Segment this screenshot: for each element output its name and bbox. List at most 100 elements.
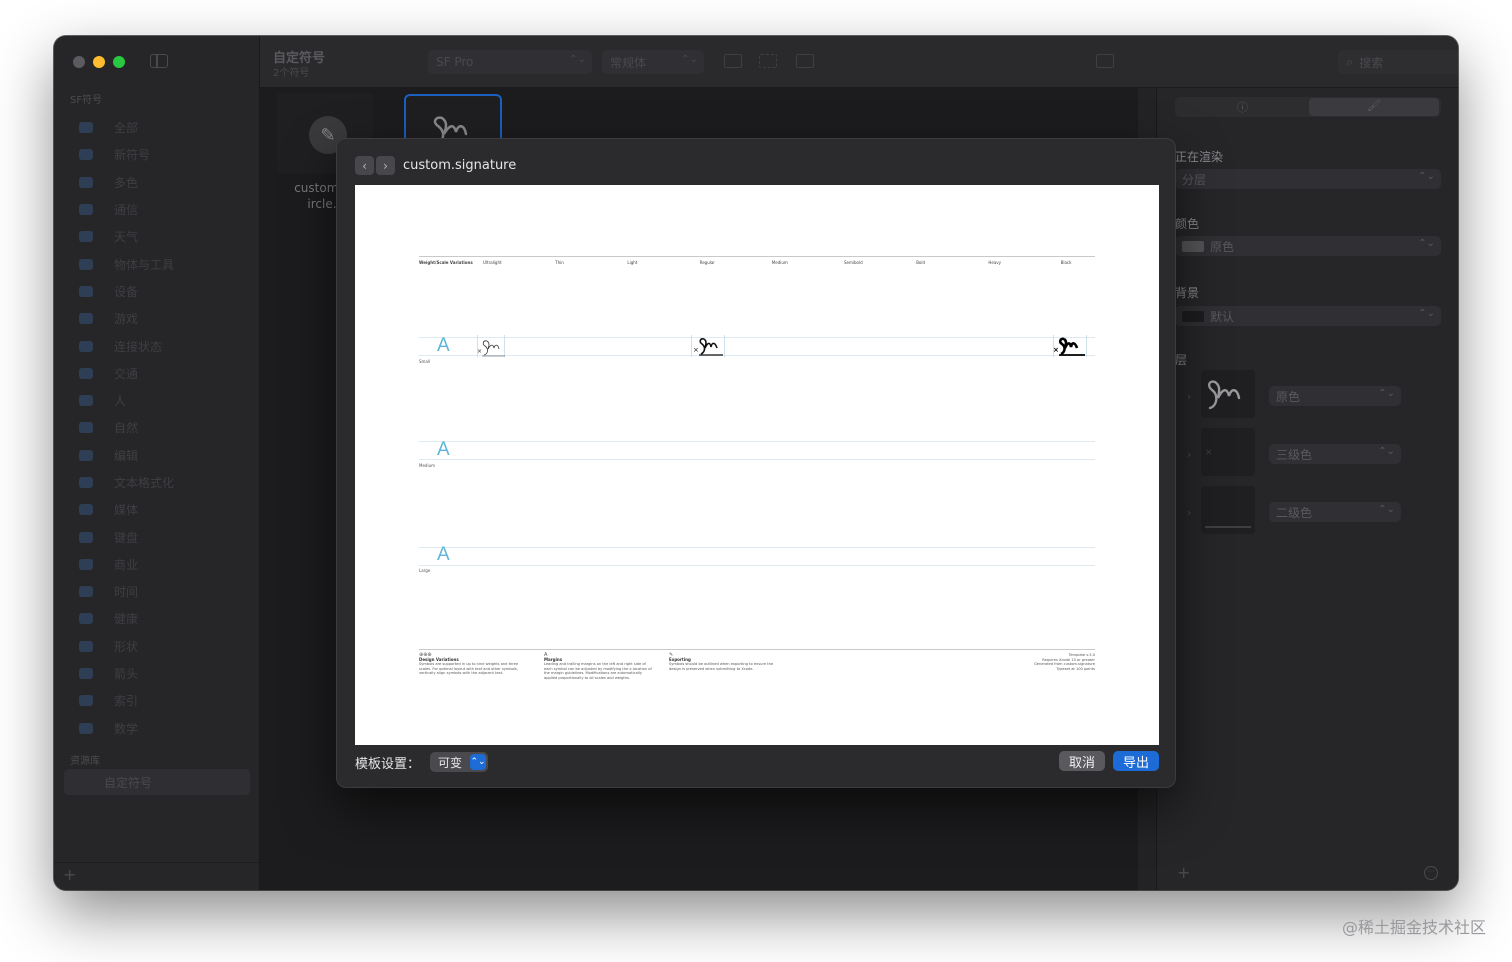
back-button[interactable]: ‹	[355, 156, 374, 175]
category-icon	[79, 613, 93, 625]
color-swatch	[1182, 240, 1204, 252]
sidebar-item[interactable]: 天气	[70, 223, 250, 250]
footer-margins: A Margins Leading and trailing margins o…	[544, 653, 654, 680]
font-family-popup[interactable]: SF Pro ⌃⌄	[428, 50, 592, 74]
chevron-updown-icon: ⌃⌄	[1378, 388, 1395, 399]
sidebar-item-label: 数学	[114, 721, 139, 736]
sidebar-item[interactable]: 全部	[70, 114, 250, 141]
weight-label: Thin	[555, 260, 564, 265]
background-label: 背景	[1175, 286, 1200, 300]
list-view-icon[interactable]	[759, 54, 777, 68]
info-icon[interactable]: ⓘ	[1237, 99, 1248, 115]
zoom-window-button[interactable]	[113, 56, 125, 68]
category-icon	[79, 340, 93, 352]
sidebar-item[interactable]: 通信	[70, 196, 250, 223]
color-popup[interactable]: 原色 ⌃⌄	[1175, 236, 1441, 256]
weight-label: Semibold	[844, 260, 863, 265]
sidebar-item[interactable]: 箭头	[70, 660, 250, 687]
minimize-window-button[interactable]	[93, 56, 105, 68]
sidebar-item[interactable]: 文本格式化	[70, 469, 250, 496]
sidebar-item[interactable]: 键盘	[70, 523, 250, 550]
symbol-tile-custom-signature[interactable]	[404, 94, 502, 142]
more-options-icon[interactable]: ···	[1424, 866, 1438, 880]
inspector-panel: ⓘ 🖌 正在渲染 分层 ⌃⌄ 颜色 原色 ⌃⌄ 背景 默认 ⌃⌄ 层 › 原色 …	[1156, 88, 1458, 890]
layer-color-popup[interactable]: 三级色 ⌃⌄	[1269, 444, 1401, 464]
forward-button[interactable]: ›	[376, 156, 395, 175]
font-weight-popup[interactable]: 常规体 ⌃⌄	[602, 50, 704, 74]
weight-label: Regular	[699, 260, 715, 265]
layer-color-popup[interactable]: 原色 ⌃⌄	[1269, 386, 1401, 406]
sidebar-item-label: 形状	[114, 639, 139, 654]
category-icon	[79, 176, 93, 188]
sidebar-toggle-icon[interactable]	[150, 54, 168, 68]
watermark: @稀土掘金技术社区	[1341, 918, 1486, 937]
weight-label: Bold	[916, 260, 926, 265]
background-popup[interactable]: 默认 ⌃⌄	[1175, 306, 1441, 326]
inspector-toggle-icon[interactable]	[1096, 54, 1114, 68]
sidebar-item-label: 物体与工具	[114, 257, 175, 272]
cancel-button[interactable]: 取消	[1059, 751, 1105, 771]
guide-line	[419, 355, 1095, 356]
sidebar-item[interactable]: 时间	[70, 578, 250, 605]
svg-text:×: ×	[1053, 346, 1059, 354]
sidebar-item[interactable]: 新符号	[70, 141, 250, 168]
sidebar-item[interactable]: 形状	[70, 633, 250, 660]
export-button[interactable]: 导出	[1113, 751, 1159, 771]
search-field[interactable]: ⌕ 搜索	[1338, 50, 1458, 74]
sidebar-item[interactable]: 商业	[70, 551, 250, 578]
template-setting-value: 可变	[438, 755, 463, 770]
weight-label: Ultralight	[483, 260, 502, 265]
header-rule	[419, 256, 1095, 257]
sidebar-item[interactable]: 多色	[70, 169, 250, 196]
disclosure-icon[interactable]: ›	[1187, 390, 1191, 403]
color-value: 原色	[1210, 239, 1235, 254]
sheet-title: custom.signature	[403, 158, 517, 173]
sidebar-item[interactable]: 物体与工具	[70, 250, 250, 277]
category-icon	[79, 285, 93, 297]
add-layer-button[interactable]: +	[1177, 863, 1190, 882]
weight-label: Light	[627, 260, 638, 265]
sidebar-add-button[interactable]: +	[63, 865, 76, 884]
footer-template-info: Template v.3.0 Requires Xcode 13 or grea…	[1033, 653, 1095, 671]
category-icon	[79, 258, 93, 270]
disclosure-icon[interactable]: ›	[1187, 448, 1191, 461]
sidebar-item-custom-symbols[interactable]: 自定符号	[64, 769, 250, 795]
sidebar-item[interactable]: 健康	[70, 605, 250, 632]
sidebar-item[interactable]: 媒体	[70, 496, 250, 523]
layer-color-popup[interactable]: 二级色 ⌃⌄	[1269, 502, 1401, 522]
layer-row[interactable]: › 二级色 ⌃⌄	[1187, 486, 1407, 540]
sidebar-item[interactable]: 人	[70, 387, 250, 414]
sidebar-item-label: 游戏	[114, 312, 139, 327]
sidebar-item[interactable]: 自然	[70, 414, 250, 441]
guide-line	[419, 441, 1095, 442]
underline-mark	[1205, 526, 1251, 528]
sidebar-item[interactable]: 连接状态	[70, 332, 250, 359]
sidebar-item-label: 时间	[114, 585, 139, 600]
rendering-popup[interactable]: 分层 ⌃⌄	[1175, 169, 1441, 189]
grid-view-icon[interactable]	[724, 54, 742, 68]
sidebar-item[interactable]: 设备	[70, 278, 250, 305]
layer-row[interactable]: › × 三级色 ⌃⌄	[1187, 428, 1407, 482]
sidebar-item[interactable]: 编辑	[70, 442, 250, 469]
sidebar-item[interactable]: 游戏	[70, 305, 250, 332]
footer-rule	[419, 649, 1095, 650]
chevron-updown-icon: ⌃⌄	[1418, 238, 1435, 249]
sidebar-item[interactable]: 交通	[70, 360, 250, 387]
gallery-view-icon[interactable]	[796, 54, 814, 68]
disclosure-icon[interactable]: ›	[1187, 506, 1191, 519]
sidebar-section-library: 资源库	[70, 756, 100, 767]
inspector-segmented-control[interactable]: ⓘ 🖌	[1175, 97, 1441, 117]
template-setting-popup[interactable]: 可变 ⌃⌄	[430, 752, 489, 772]
sidebar-item[interactable]: 索引	[70, 687, 250, 714]
weight-label: Heavy	[988, 260, 1002, 265]
close-window-button[interactable]	[73, 56, 85, 68]
layer-row[interactable]: › 原色 ⌃⌄	[1187, 370, 1407, 424]
svg-text:×: ×	[477, 348, 482, 355]
sidebar-item[interactable]: 数学	[70, 715, 250, 742]
paintbrush-icon[interactable]: 🖌	[1367, 99, 1381, 112]
row-label-medium: Medium	[419, 463, 435, 468]
category-icon	[79, 586, 93, 598]
chevron-updown-icon: ⌃⌄	[569, 54, 586, 65]
background-swatch	[1182, 310, 1204, 322]
sidebar-item-label: 键盘	[114, 530, 139, 545]
